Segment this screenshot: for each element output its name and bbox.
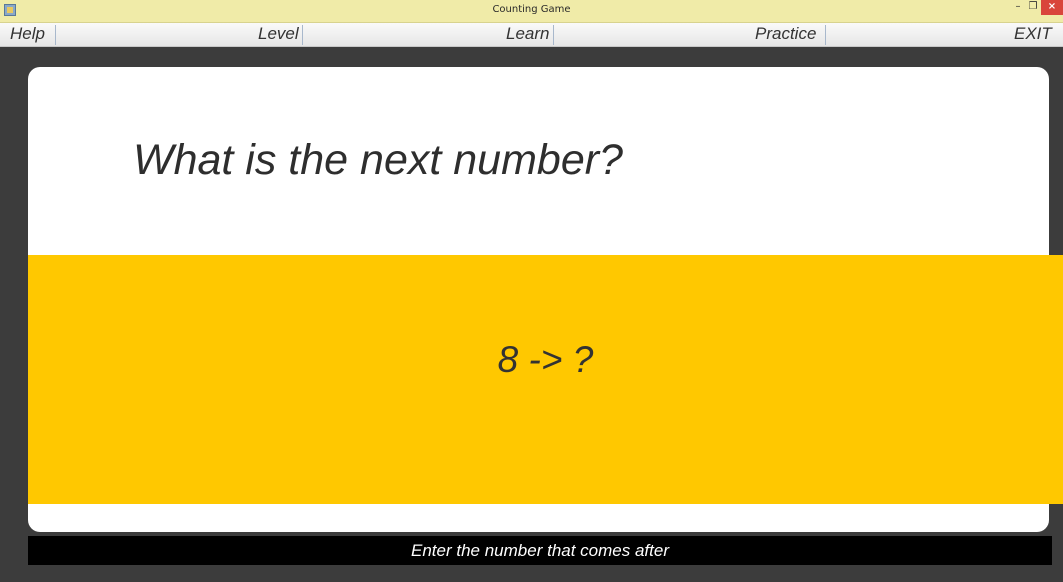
menu-exit[interactable]: EXIT — [1014, 23, 1052, 46]
menu-separator — [553, 25, 554, 45]
menu-bar: Help Level Learn Practice EXIT — [0, 23, 1063, 47]
menu-practice[interactable]: Practice — [755, 23, 816, 46]
menu-level[interactable]: Level — [258, 23, 299, 46]
menu-separator — [55, 25, 56, 45]
question-text: What is the next number? — [133, 136, 623, 184]
close-button[interactable]: × — [1041, 0, 1063, 15]
status-message: Enter the number that comes after — [411, 541, 669, 560]
menu-separator — [825, 25, 826, 45]
status-bar: Enter the number that comes after — [28, 536, 1052, 565]
minimize-button[interactable]: – — [1010, 0, 1026, 15]
menu-help[interactable]: Help — [10, 23, 45, 46]
answer-panel[interactable]: 8 -> ? — [28, 255, 1063, 504]
app-window: Counting Game – ❐ × Help Level Learn Pra… — [0, 0, 1063, 582]
window-title: Counting Game — [492, 4, 571, 15]
title-bar[interactable]: Counting Game – ❐ × — [0, 0, 1063, 23]
menu-separator — [302, 25, 303, 45]
number-prompt: 8 -> ? — [497, 339, 594, 380]
menu-learn[interactable]: Learn — [506, 23, 549, 46]
maximize-button[interactable]: ❐ — [1026, 0, 1040, 15]
